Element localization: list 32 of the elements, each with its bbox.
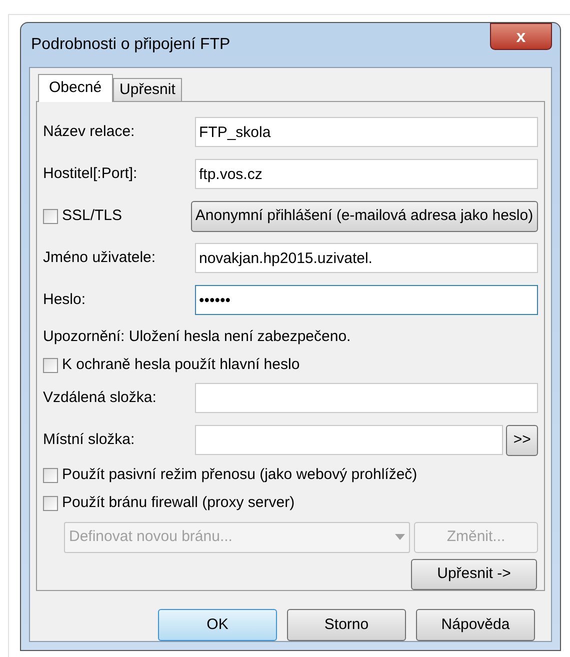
dialog-button[interactable]: Storno — [287, 609, 406, 641]
input-field[interactable]: ftp.vos.cz — [195, 159, 538, 189]
advanced-button[interactable]: Upřesnit -> — [411, 559, 537, 590]
window-title: Podrobnosti o připojení FTP — [31, 35, 230, 55]
tab[interactable]: Obecné — [38, 74, 113, 102]
dialog-button[interactable]: OK — [158, 609, 277, 641]
input-field[interactable] — [195, 383, 538, 413]
checkbox[interactable] — [43, 468, 58, 482]
anonymous-login-button[interactable]: Anonymní přihlášení (e-mailová adresa jako heslo) — [190, 200, 538, 232]
input-field[interactable]: novakjan.hp2015.uzivatel. — [195, 243, 538, 273]
field-label: Heslo: — [43, 290, 87, 310]
checkbox[interactable] — [43, 358, 58, 372]
field-label: Jméno uživatele: — [43, 248, 157, 268]
checkbox-label: Použít bránu firewall (proxy server) — [62, 492, 295, 513]
browse-button[interactable]: >> — [506, 424, 538, 456]
input-field[interactable]: •••••• — [195, 285, 538, 315]
dialog-button[interactable]: Nápověda — [416, 609, 535, 641]
field-label: Název relace: — [43, 122, 136, 142]
tab[interactable]: Upřesnit — [112, 78, 182, 102]
input-field[interactable] — [195, 425, 504, 455]
checkbox-label: K ochraně hesla použít hlavní heslo — [62, 354, 300, 375]
warning-text: Upozornění: Uložení hesla není zabezpečeno. — [43, 326, 351, 347]
checkbox-label: Použít pasivní režim přenosu (jako webový prohlížeč) — [62, 464, 418, 485]
checkbox[interactable] — [43, 208, 58, 224]
close-button[interactable]: x — [490, 23, 552, 50]
checkbox-label: SSL/TLS — [62, 206, 122, 226]
dropdown-arrow-icon — [395, 534, 406, 540]
field-label: Vzdálená složka: — [43, 388, 158, 408]
input-field[interactable]: FTP_skola — [195, 117, 538, 147]
checkbox[interactable] — [43, 496, 58, 510]
field-label: Hostitel[:Port]: — [43, 164, 138, 184]
field-label: Místní složka: — [43, 430, 136, 450]
